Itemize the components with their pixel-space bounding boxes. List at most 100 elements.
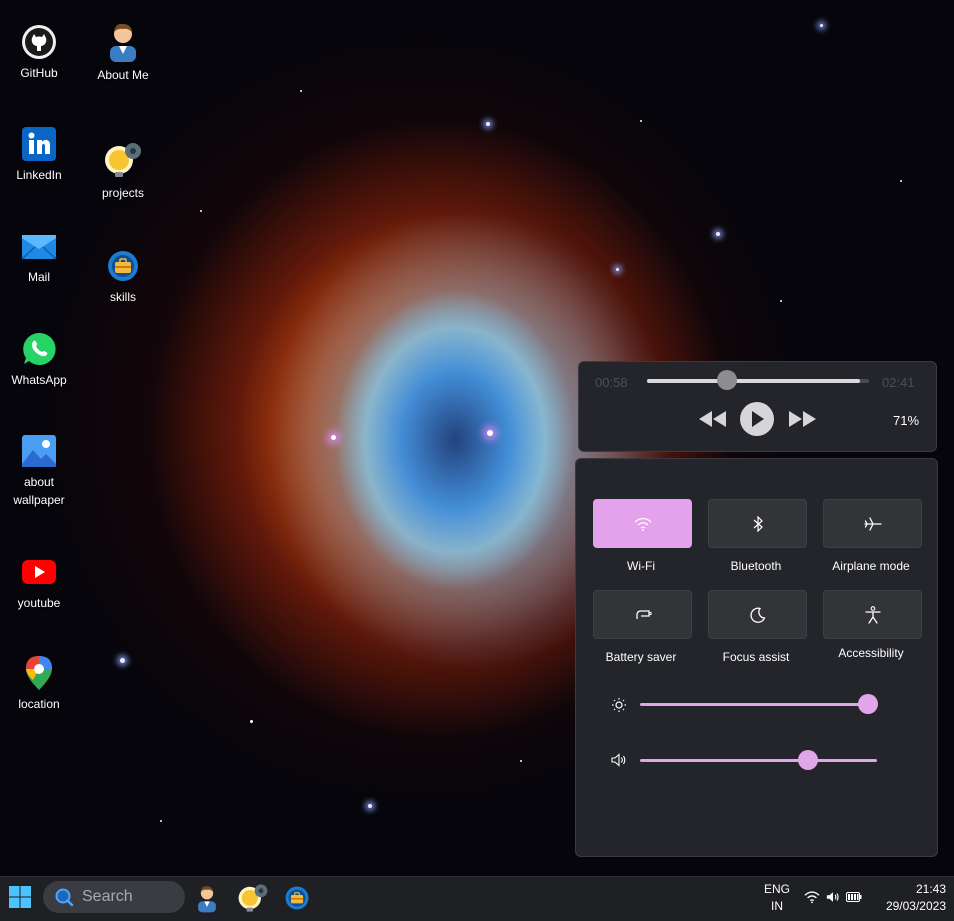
- brightness-slider-handle[interactable]: [858, 694, 878, 714]
- brightness-icon: [612, 698, 626, 712]
- clock[interactable]: 21:43 29/03/2023: [880, 881, 950, 915]
- desktop-icon-mail[interactable]: Mail: [4, 228, 74, 286]
- desktop-icon-label: about wallpaper: [13, 475, 65, 507]
- total-time: 02:41: [882, 375, 915, 390]
- toolbox-icon: [285, 886, 309, 910]
- system-tray-status[interactable]: [804, 890, 862, 904]
- star: [300, 90, 302, 92]
- quick-settings-panel: Wi-Fi Bluetooth Airplane mode Battery sa…: [575, 458, 938, 857]
- desktop-icon-label: GitHub: [20, 66, 58, 80]
- whatsapp-icon: [21, 331, 57, 367]
- search-icon: [55, 888, 74, 907]
- clock-time: 21:43: [915, 882, 946, 896]
- wifi-toggle[interactable]: [593, 499, 692, 548]
- taskbar-search[interactable]: [43, 881, 185, 913]
- github-icon: [21, 24, 57, 60]
- desktop-icon-linkedin[interactable]: LinkedIn: [4, 126, 74, 184]
- media-player-panel: 00:58 02:41 71%: [578, 361, 937, 452]
- star: [331, 435, 336, 440]
- seek-buffer: [647, 379, 861, 383]
- desktop-icon-label: location: [18, 697, 60, 711]
- lightbulb-gear-icon: [103, 140, 143, 180]
- region-code: IN: [771, 899, 783, 913]
- desktop-icon-projects[interactable]: projects: [88, 140, 158, 202]
- seek-bar[interactable]: [647, 379, 869, 383]
- play-button[interactable]: [740, 402, 774, 436]
- desktop-icon-youtube[interactable]: youtube: [4, 554, 74, 612]
- star: [900, 180, 902, 182]
- wifi-icon: [804, 891, 820, 904]
- desktop-icon-label: LinkedIn: [16, 168, 62, 182]
- desktop-icon-label: Mail: [27, 270, 50, 284]
- star: [716, 232, 720, 236]
- taskbar-app-about-me[interactable]: [191, 882, 223, 914]
- star: [487, 430, 493, 436]
- image-icon: [21, 433, 57, 469]
- toolbox-icon: [105, 248, 141, 284]
- star: [486, 122, 490, 126]
- desktop-icon-label: WhatsApp: [11, 373, 67, 387]
- airplane-mode-label: Airplane mode: [832, 559, 910, 573]
- desktop-icon-about-me[interactable]: About Me: [88, 20, 158, 84]
- moon-icon: [749, 607, 765, 623]
- fast-forward-button[interactable]: [788, 402, 816, 436]
- fast-forward-icon: [789, 411, 816, 427]
- desktop-icon-whatsapp[interactable]: WhatsApp: [4, 331, 74, 389]
- brightness-slider-track[interactable]: [640, 703, 870, 706]
- speaker-icon: [611, 753, 626, 767]
- desktop-icon-location[interactable]: location: [4, 655, 74, 713]
- star: [120, 658, 125, 663]
- battery-icon: [846, 892, 862, 902]
- bluetooth-icon: [753, 515, 763, 532]
- speaker-icon: [826, 892, 839, 902]
- star: [820, 24, 823, 27]
- rewind-icon: [699, 411, 726, 427]
- battery-saver-toggle[interactable]: [593, 590, 692, 639]
- mail-icon: [21, 228, 57, 264]
- taskbar-app-projects[interactable]: [237, 882, 269, 914]
- desktop-icon-github[interactable]: GitHub: [4, 24, 74, 82]
- star: [200, 210, 202, 212]
- linkedin-icon: [21, 126, 57, 162]
- windows-logo-icon: [9, 886, 31, 908]
- volume-percent: 71%: [893, 413, 920, 428]
- battery-saver-label: Battery saver: [605, 650, 677, 664]
- youtube-icon: [21, 554, 57, 590]
- lightbulb-gear-icon: [238, 884, 268, 912]
- star: [640, 120, 642, 122]
- volume-slider-track[interactable]: [640, 759, 877, 762]
- star: [160, 820, 162, 822]
- star: [368, 804, 372, 808]
- bluetooth-label: Bluetooth: [730, 559, 782, 573]
- start-button[interactable]: [8, 885, 32, 909]
- battery-saver-icon: [635, 609, 651, 619]
- desktop-icon-skills[interactable]: skills: [88, 248, 158, 306]
- star: [250, 720, 253, 723]
- play-icon: [752, 411, 764, 427]
- accessibility-toggle[interactable]: [823, 590, 922, 639]
- search-input[interactable]: [80, 887, 184, 907]
- language-code: ENG: [763, 882, 790, 896]
- star: [616, 268, 619, 271]
- desktop-icon-label: youtube: [17, 596, 61, 610]
- taskbar-app-skills[interactable]: [281, 882, 313, 914]
- star: [780, 300, 782, 302]
- desktop-icon-label: skills: [110, 290, 136, 304]
- clock-date: 29/03/2023: [885, 899, 946, 913]
- airplane-mode-toggle[interactable]: [823, 499, 922, 548]
- airplane-icon: [863, 516, 882, 531]
- seek-handle[interactable]: [716, 370, 737, 390]
- desktop-icon-label: projects: [101, 186, 145, 200]
- star: [520, 760, 522, 762]
- focus-assist-label: Focus assist: [722, 650, 790, 664]
- focus-assist-toggle[interactable]: [708, 590, 807, 639]
- accessibility-label: Accessibility: [838, 646, 904, 660]
- volume-slider-handle[interactable]: [798, 750, 819, 770]
- map-pin-icon: [21, 655, 57, 691]
- wifi-label: Wi-Fi: [627, 559, 655, 573]
- wifi-icon: [634, 517, 651, 531]
- bluetooth-toggle[interactable]: [708, 499, 807, 548]
- rewind-button[interactable]: [699, 402, 727, 436]
- language-indicator[interactable]: ENG IN: [761, 881, 793, 915]
- desktop-icon-about-wallpaper[interactable]: about wallpaper: [4, 433, 74, 509]
